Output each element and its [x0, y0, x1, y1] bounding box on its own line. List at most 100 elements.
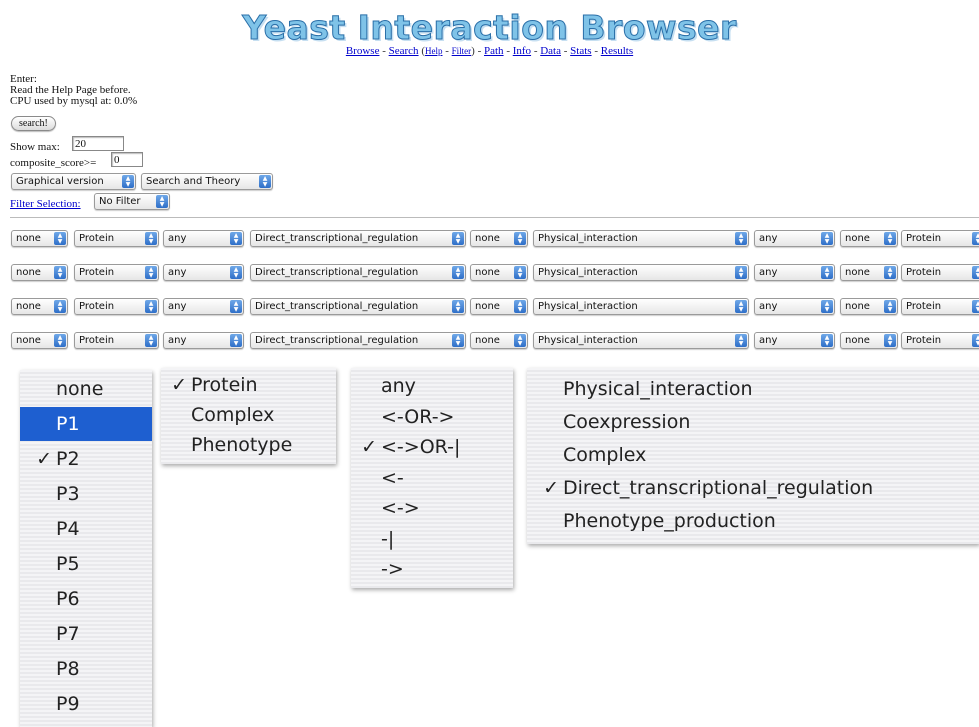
select-value: none [475, 267, 500, 278]
show-max-input[interactable]: 20 [72, 136, 124, 151]
direction-select-2[interactable]: any ▲ ▼ [754, 230, 835, 247]
pair-dropdown-menu-item[interactable]: P6 [20, 582, 152, 616]
menu-item-label: none [56, 378, 104, 400]
interaction-type-select[interactable]: Direct_transcriptional_regulation ▲ ▼ [250, 264, 466, 281]
pair-select-2[interactable]: none ▲ ▼ [470, 264, 528, 281]
nav-browse-link[interactable]: Browse [346, 45, 380, 57]
select-value: none [475, 335, 500, 346]
direction-select-2[interactable]: any ▲ ▼ [754, 264, 835, 281]
node-type-select-2[interactable]: Protein ▲▼ [901, 332, 979, 349]
checkmark-icon: ✓ [361, 436, 377, 458]
pair-dropdown-menu-item[interactable]: P5 [20, 547, 152, 581]
pair-dropdown-menu-item[interactable]: P4 [20, 512, 152, 546]
interaction-type-select[interactable]: Direct_transcriptional_regulation ▲ ▼ [250, 298, 466, 315]
nav-help-link[interactable]: Help [425, 46, 443, 56]
node-type-select[interactable]: Protein ▲ ▼ [74, 298, 159, 315]
interaction-dropdown-menu-item[interactable]: Coexpression [527, 405, 979, 439]
interaction-type-select[interactable]: Direct_transcriptional_regulation ▲ ▼ [250, 230, 466, 247]
select-value: none [16, 301, 41, 312]
stepper-arrows-icon: ▲▼ [884, 334, 896, 347]
node-type-dropdown-menu-item[interactable]: Phenotype [161, 428, 336, 462]
node-type-select-2[interactable]: Protein ▲▼ [901, 298, 979, 315]
node-type-select-2[interactable]: Protein ▲▼ [901, 230, 979, 247]
nav-path-link[interactable]: Path [484, 45, 504, 57]
pair-select[interactable]: none ▲ ▼ [11, 332, 68, 349]
direction-dropdown-menu-item[interactable]: <-> [351, 491, 513, 525]
pair-select-3[interactable]: none ▲ ▼ [840, 298, 898, 315]
search-button[interactable]: search! [11, 116, 56, 131]
select-value: Direct_transcriptional_regulation [255, 301, 419, 312]
direction-select-2[interactable]: any ▲ ▼ [754, 298, 835, 315]
version-select[interactable]: Graphical version ▲ ▼ [11, 173, 136, 190]
interaction-dropdown-menu-item[interactable]: Physical_interaction [527, 372, 979, 406]
nav-info-link[interactable]: Info [513, 45, 531, 57]
interaction-type-select-2[interactable]: Physical_interaction ▲ ▼ [533, 230, 749, 247]
interaction-dropdown-menu-item[interactable]: Phenotype_production [527, 504, 979, 538]
select-value: Protein [906, 267, 942, 278]
stepper-arrows-icon: ▲▼ [735, 334, 747, 347]
pair-dropdown-menu-item[interactable]: P3 [20, 477, 152, 511]
checkmark-icon: ✓ [36, 448, 52, 470]
nav-data-link[interactable]: Data [540, 45, 561, 57]
direction-select-2[interactable]: any ▲ ▼ [754, 332, 835, 349]
pair-select[interactable]: none ▲ ▼ [11, 264, 68, 281]
pair-select-3[interactable]: none ▲ ▼ [840, 332, 898, 349]
menu-item-label: Protein [191, 374, 258, 396]
pair-select[interactable]: none ▲ ▼ [11, 230, 68, 247]
interaction-type-select-2[interactable]: Physical_interaction ▲ ▼ [533, 298, 749, 315]
interaction-type-select-2[interactable]: Physical_interaction ▲ ▼ [533, 332, 749, 349]
node-type-select[interactable]: Protein ▲ ▼ [74, 332, 159, 349]
stepper-arrows-icon: ▲▼ [821, 334, 833, 347]
nav-search-link[interactable]: Search [389, 45, 419, 57]
direction-select[interactable]: any ▲ ▼ [163, 298, 244, 315]
direction-dropdown-menu-item[interactable]: <-OR-> [351, 400, 513, 434]
direction-dropdown-menu-item[interactable]: any [351, 369, 513, 403]
node-type-select[interactable]: Protein ▲ ▼ [74, 230, 159, 247]
pair-select-2[interactable]: none ▲ ▼ [470, 230, 528, 247]
pair-dropdown-menu-item[interactable]: P1 [20, 407, 152, 441]
menu-item-label: <->OR-| [381, 436, 461, 458]
direction-dropdown-menu-item[interactable]: ✓ <->OR-| [351, 430, 513, 464]
nav-paren-close: ) [471, 45, 475, 57]
nav-results-link[interactable]: Results [601, 45, 633, 57]
select-value: Direct_transcriptional_regulation [255, 267, 419, 278]
direction-dropdown-menu-item[interactable]: -> [351, 552, 513, 586]
filter-selection-link[interactable]: Filter Selection: [10, 198, 81, 210]
pair-dropdown-menu-item[interactable]: ✓ P2 [20, 442, 152, 476]
stepper-arrows-icon: ▲▼ [145, 300, 157, 313]
pair-dropdown-menu-item[interactable]: P8 [20, 652, 152, 686]
direction-select[interactable]: any ▲ ▼ [163, 332, 244, 349]
composite-score-input[interactable]: 0 [111, 152, 143, 167]
direction-dropdown-menu-item[interactable]: <- [351, 461, 513, 495]
pair-select-2[interactable]: none ▲ ▼ [470, 298, 528, 315]
filter-select[interactable]: No Filter ▲ ▼ [94, 193, 170, 210]
mode-select[interactable]: Search and Theory ▲ ▼ [141, 173, 273, 190]
node-type-dropdown-menu-item[interactable]: ✓ Protein [161, 368, 336, 402]
node-type-dropdown-menu-item[interactable]: Complex [161, 398, 336, 432]
nav-separator: - [477, 45, 482, 57]
direction-dropdown-menu-item[interactable]: -| [351, 522, 513, 556]
interaction-dropdown-menu-item[interactable]: Complex [527, 438, 979, 472]
pair-select-2[interactable]: none ▲ ▼ [470, 332, 528, 349]
node-type-select[interactable]: Protein ▲ ▼ [74, 264, 159, 281]
app-title: Yeast Interaction Browser [242, 8, 737, 48]
direction-select[interactable]: any ▲ ▼ [163, 264, 244, 281]
interaction-type-select[interactable]: Direct_transcriptional_regulation ▲ ▼ [250, 332, 466, 349]
pair-select-3[interactable]: none ▲ ▼ [840, 264, 898, 281]
pair-dropdown-menu-item[interactable]: P9 [20, 687, 152, 721]
nav-stats-link[interactable]: Stats [570, 45, 591, 57]
interaction-type-select-2[interactable]: Physical_interaction ▲ ▼ [533, 264, 749, 281]
direction-select[interactable]: any ▲ ▼ [163, 230, 244, 247]
stepper-arrows-icon: ▲▼ [735, 266, 747, 279]
pair-dropdown-menu-item[interactable]: P7 [20, 617, 152, 651]
interaction-dropdown-menu-item[interactable]: ✓ Direct_transcriptional_regulation [527, 471, 979, 505]
select-value: any [759, 335, 778, 346]
select-value: none [845, 233, 870, 244]
stepper-arrows-icon: ▲▼ [514, 232, 526, 245]
pair-dropdown-menu-item[interactable]: none [20, 372, 152, 406]
pair-select-3[interactable]: none ▲ ▼ [840, 230, 898, 247]
nav-filter-link[interactable]: Filter [452, 46, 472, 56]
pair-select[interactable]: none ▲ ▼ [11, 298, 68, 315]
stepper-arrows-icon: ▲▼ [156, 195, 168, 208]
node-type-select-2[interactable]: Protein ▲▼ [901, 264, 979, 281]
